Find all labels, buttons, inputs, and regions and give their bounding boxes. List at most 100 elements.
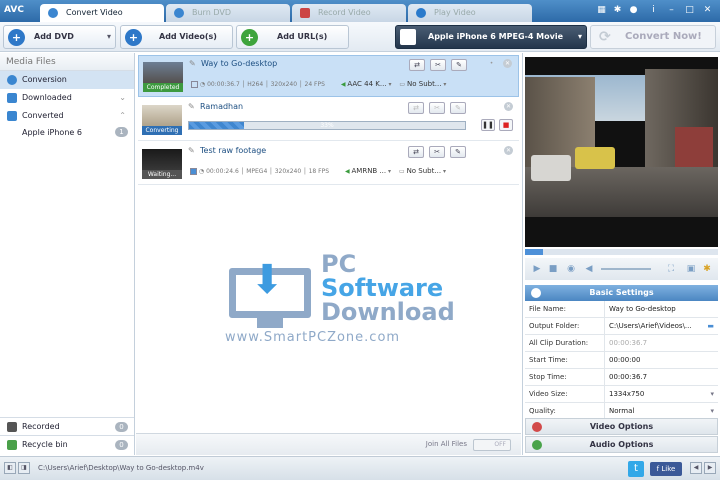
remove-icon[interactable]: ✕ [503, 59, 512, 68]
maximize-icon[interactable]: □ [684, 5, 695, 16]
setting-start-time: Start Time: 00:00:00 [525, 352, 718, 369]
close-icon[interactable]: ✕ [702, 5, 713, 16]
sidebar-item-label: Recycle bin [22, 440, 68, 449]
file-name-field[interactable]: Way to Go-desktop [607, 301, 717, 317]
status-label: Completed [143, 83, 183, 92]
audio-track-dropdown[interactable]: AMRNB ... [352, 167, 387, 175]
effects-icon[interactable]: ✎ [451, 59, 467, 71]
tab-record-video[interactable]: Record Video [292, 4, 406, 22]
tools-icon[interactable]: ✱ [701, 263, 713, 275]
edit-name-icon[interactable]: ✎ [188, 102, 195, 111]
download-icon [7, 93, 17, 103]
add-videos-button[interactable]: + Add Video(s) [120, 25, 233, 49]
facebook-like-button[interactable]: f Like [650, 462, 682, 476]
title-bar: AVC Convert Video Burn DVD Record Video … [0, 0, 720, 22]
tab-label: Burn DVD [192, 8, 231, 17]
pause-button[interactable]: ❚❚ [481, 119, 495, 131]
sidebar-item-recycle-bin[interactable]: Recycle bin 0 [0, 435, 134, 453]
subtitle-dropdown[interactable]: No Subt... [407, 80, 442, 88]
audio-options-button[interactable]: Audio Options [525, 436, 718, 453]
sidebar-item-conversion[interactable]: Conversion [0, 71, 134, 89]
help-icon[interactable]: ● [628, 5, 639, 16]
stop-time-field[interactable]: 00:00:36.7 [607, 369, 717, 385]
menu-icon[interactable]: ▦ [596, 5, 607, 16]
file-row[interactable]: Completed ✎ Way to Go-desktop ⇄ ✂ ✎ • ✕ … [138, 55, 519, 97]
convert-settings-icon[interactable]: ⇄ [408, 146, 424, 158]
tab-play-video[interactable]: Play Video [408, 4, 532, 22]
edit-name-icon[interactable]: ✎ [188, 146, 195, 155]
clock-icon: ◔ [198, 168, 205, 175]
file-name[interactable]: Way to Go-desktop [201, 59, 277, 68]
folder-icon[interactable]: ▬ [707, 318, 714, 334]
play-icon [416, 8, 426, 18]
settings-icon [531, 288, 541, 298]
subtitle-dropdown[interactable]: No Subt... [407, 167, 442, 175]
video-thumbnail[interactable]: Completed [143, 62, 183, 92]
gear-icon[interactable]: ✱ [612, 5, 623, 16]
remove-icon[interactable]: ✕ [504, 102, 513, 111]
cut-icon[interactable]: ✂ [429, 146, 445, 158]
stop-icon[interactable]: ■ [547, 263, 559, 275]
codec: MPEG4 [246, 168, 268, 175]
quality-dropdown[interactable]: Normal [607, 403, 717, 419]
video-size-dropdown[interactable]: 1334x750 [607, 386, 717, 402]
setting-label: Quality: [529, 403, 605, 419]
audio-track-dropdown[interactable]: AAC 44 K... [347, 80, 386, 88]
cut-icon[interactable]: ✂ [430, 59, 446, 71]
snapshot-icon[interactable]: ◉ [565, 263, 577, 275]
play-icon[interactable]: ▶ [531, 263, 543, 275]
sidebar-toggle-icon[interactable]: ◧ [4, 462, 16, 474]
video-options-button[interactable]: Video Options [525, 418, 718, 435]
remove-icon[interactable]: ✕ [504, 146, 513, 155]
checkbox-checked[interactable] [190, 168, 197, 175]
file-name[interactable]: Test raw footage [200, 146, 266, 155]
setting-label: File Name: [529, 301, 605, 317]
stop-button[interactable]: ■ [499, 119, 513, 131]
video-thumbnail[interactable]: Converting [142, 105, 182, 135]
snapshot-folder-icon[interactable]: ▣ [685, 263, 697, 275]
chevron-down-icon[interactable]: ▾ [710, 403, 714, 419]
start-time-field[interactable]: 00:00:00 [607, 352, 717, 368]
basic-settings-header[interactable]: Basic Settings [525, 285, 718, 301]
add-dvd-button[interactable]: + Add DVD ▾ [3, 25, 116, 49]
sidebar-item-converted[interactable]: Converted ⌃ [0, 107, 134, 125]
seek-bar[interactable] [525, 249, 718, 255]
chevron-down-icon[interactable]: ▾ [710, 386, 714, 402]
fullscreen-icon[interactable]: ⛶ [665, 263, 677, 275]
volume-icon[interactable]: ◀ [583, 263, 595, 275]
prev-icon[interactable]: ◀ [690, 462, 702, 474]
tab-convert-video[interactable]: Convert Video [40, 4, 164, 22]
audio-options-label: Audio Options [589, 440, 654, 449]
file-row[interactable]: Waiting... ✎ Test raw footage ⇄ ✂ ✎ ✕ ◔ … [138, 143, 519, 185]
output-profile-dropdown[interactable]: Apple iPhone 6 MPEG-4 Movie (*.mp4) ▾ [395, 25, 587, 63]
setting-video-size: Video Size: 1334x750 ▾ [525, 386, 718, 403]
add-urls-button[interactable]: + Add URL(s) [236, 25, 349, 49]
effects-icon[interactable]: ✎ [450, 146, 466, 158]
checkbox[interactable] [191, 81, 198, 88]
edit-name-icon[interactable]: ✎ [189, 59, 196, 68]
file-name[interactable]: Ramadhan [200, 102, 243, 111]
video-thumbnail[interactable]: Waiting... [142, 149, 182, 179]
setting-label: Stop Time: [529, 369, 605, 385]
chevron-down-icon[interactable]: ▾ [107, 26, 111, 48]
sidebar-item-recorded[interactable]: Recorded 0 [0, 417, 134, 435]
setting-label: All Clip Duration: [529, 335, 605, 351]
next-icon[interactable]: ▶ [704, 462, 716, 474]
twitter-icon[interactable]: t [628, 461, 644, 477]
setting-label: Start Time: [529, 352, 605, 368]
video-preview[interactable] [525, 57, 718, 247]
sidebar-item-downloaded[interactable]: Downloaded ⌄ [0, 89, 134, 107]
tab-burn-dvd[interactable]: Burn DVD [166, 4, 290, 22]
volume-slider[interactable] [601, 268, 651, 270]
join-all-files-toggle[interactable]: OFF [473, 439, 511, 451]
convert-settings-icon[interactable]: ⇄ [409, 59, 425, 71]
file-row[interactable]: Converting ✎ Ramadhan ⇄ ✂ ✎ ✕ 33% ❚❚ ■ [138, 99, 519, 141]
tab-label: Play Video [434, 8, 476, 17]
output-folder-field[interactable]: C:\Users\Arief\Videos\... [607, 318, 717, 334]
app-logo: AVC [4, 5, 24, 15]
info-icon[interactable]: i [648, 5, 659, 16]
convert-now-button[interactable]: ⟳ Convert Now! [590, 25, 716, 49]
panel-toggle-icon[interactable]: ◨ [18, 462, 30, 474]
sidebar-item-apple-iphone-6[interactable]: Apple iPhone 6 1 [0, 125, 134, 140]
minimize-icon[interactable]: – [666, 5, 677, 16]
